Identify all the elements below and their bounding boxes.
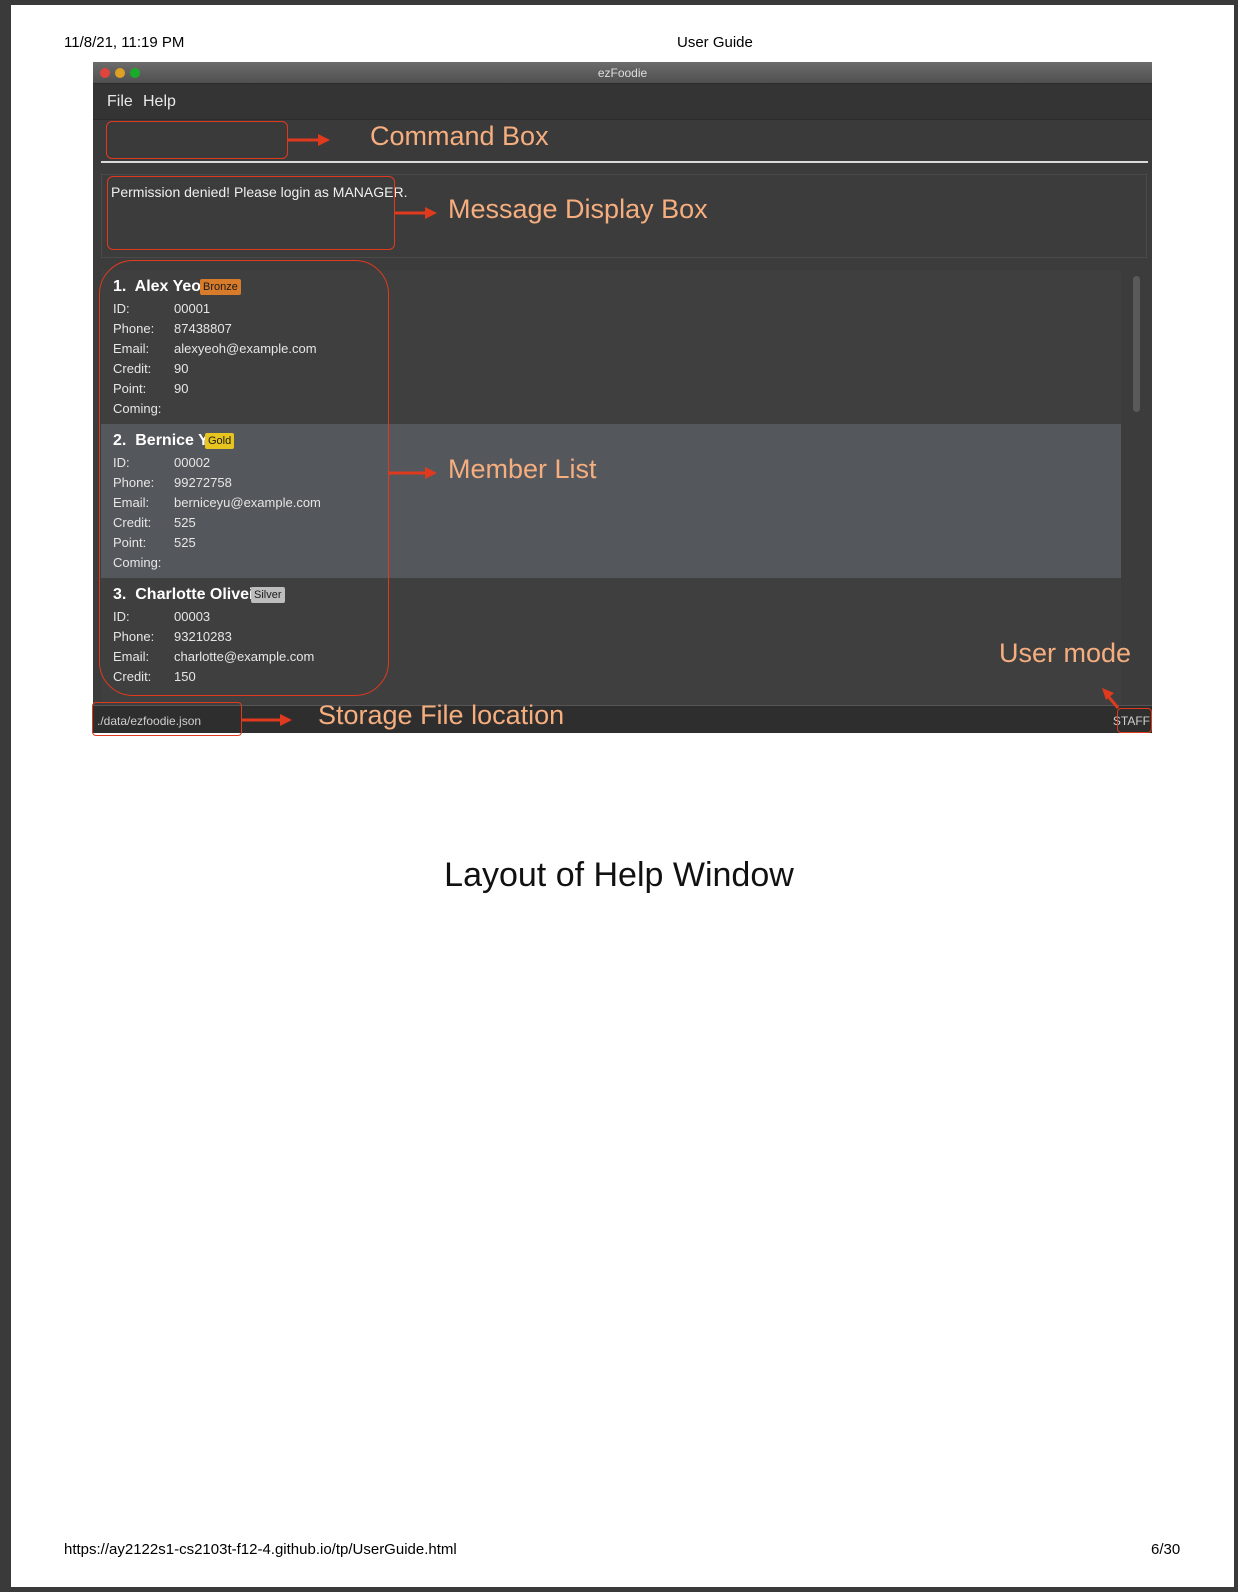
annotation-message-display-box: Message Display Box xyxy=(448,194,708,224)
annotation-user-mode: User mode xyxy=(999,638,1132,668)
annotation-command-box: Command Box xyxy=(370,121,549,151)
annotation-member-list: Member List xyxy=(448,454,597,484)
annotation-arrows xyxy=(242,134,1120,726)
print-url[interactable]: https://ay2122s1-cs2103t-f12-4.github.io… xyxy=(64,1541,457,1558)
annotation-storage-file-location: Storage File location xyxy=(318,700,565,730)
page-number: 6/30 xyxy=(1151,1541,1181,1558)
section-caption: Layout of Help Window xyxy=(444,856,794,894)
